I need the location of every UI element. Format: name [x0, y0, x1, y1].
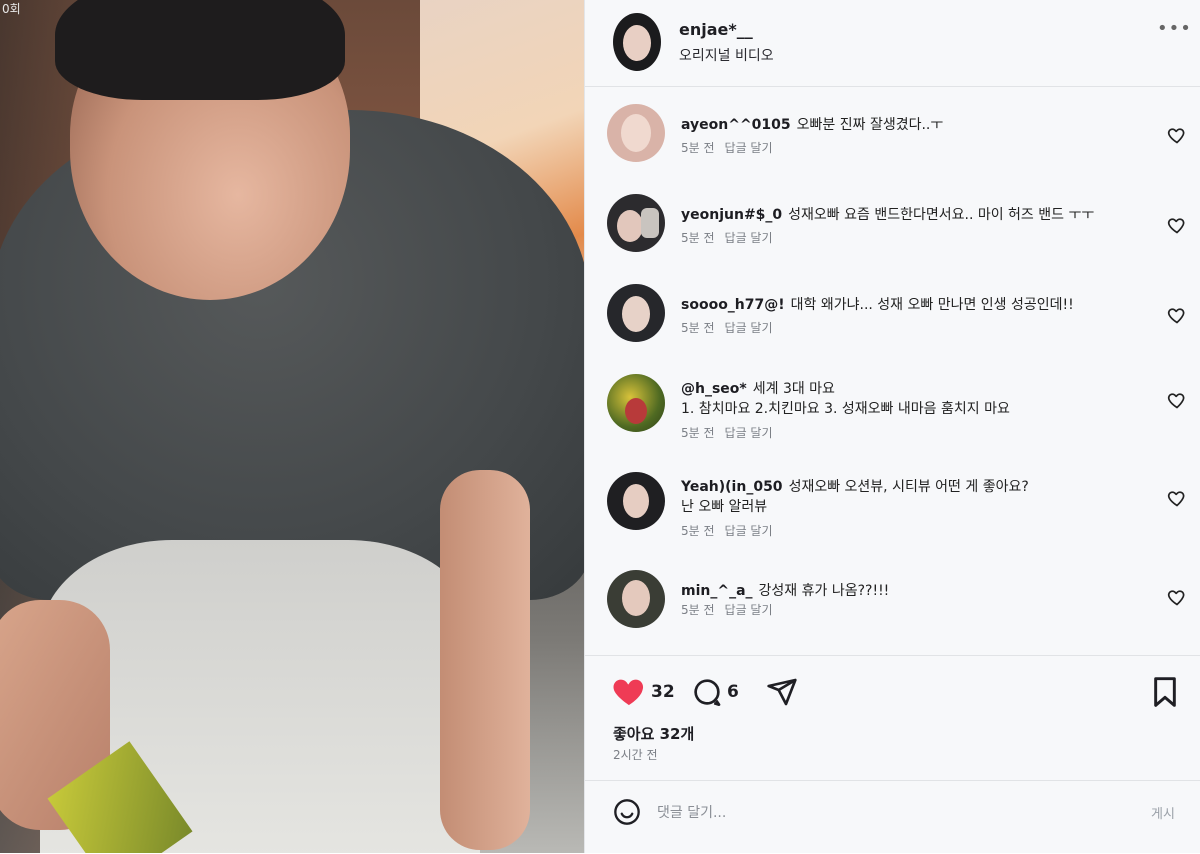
comment-body-line-2: 난 오빠 알러뷰 [681, 499, 768, 515]
comment-time: 5분 전 [681, 321, 715, 335]
comment-text: Yeah)(in_050 성재오빠 오션뷰, 시티뷰 어떤 게 좋아요? 난 오빠… [681, 477, 1151, 517]
reply-button[interactable]: 답글 달기 [725, 426, 773, 440]
comment-text: yeonjun#$_0 성재오빠 요즘 밴드한다면서요.. 마이 허즈 밴드 ㅜㅜ [681, 205, 1151, 225]
author-avatar[interactable] [613, 13, 661, 71]
emoji-icon[interactable] [613, 798, 641, 826]
reply-button[interactable]: 답글 달기 [725, 524, 773, 538]
like-button[interactable]: 32 [611, 676, 675, 708]
person-arm [440, 470, 530, 850]
comment-button[interactable]: 6 [691, 676, 739, 708]
heart-filled-icon [613, 679, 644, 706]
comment-meta: 5분 전 답글 달기 [681, 522, 773, 539]
comment-username[interactable]: ayeon^^0105 [681, 117, 791, 133]
comment-body: 대학 왜가냐... 성재 오빠 만나면 인생 성공인데!! [790, 297, 1074, 313]
save-button[interactable] [1151, 676, 1179, 708]
comment-meta: 5분 전 답글 달기 [681, 139, 773, 156]
heart-outline-icon[interactable] [1167, 215, 1187, 235]
comment-meta: 5분 전 답글 달기 [681, 601, 773, 618]
heart-outline-icon[interactable] [1167, 125, 1187, 145]
bookmark-icon [1154, 677, 1176, 707]
comment-meta: 5분 전 답글 달기 [681, 424, 773, 441]
comment-time: 5분 전 [681, 231, 715, 245]
comment-item: Yeah)(in_050 성재오빠 오션뷰, 시티뷰 어떤 게 좋아요? 난 오빠… [585, 456, 1200, 546]
heart-outline-icon[interactable] [1167, 390, 1187, 410]
likes-summary[interactable]: 좋아요 32개 [613, 723, 694, 744]
comment-time: 5분 전 [681, 426, 715, 440]
comment-time: 5분 전 [681, 141, 715, 155]
avatar-face [617, 210, 643, 242]
video-player[interactable]: 0회 [0, 0, 584, 853]
comment-meta: 5분 전 답글 달기 [681, 229, 773, 246]
reply-button[interactable]: 답글 달기 [725, 603, 773, 617]
comment-username[interactable]: soooo_h77@! [681, 297, 785, 313]
comment-avatar[interactable] [607, 104, 665, 162]
author-username[interactable]: enjae*__ [679, 20, 753, 39]
avatar-phone [641, 208, 659, 238]
avatar-face [625, 398, 647, 424]
comment-text: ayeon^^0105 오빠분 진짜 잘생겼다..ㅜ [681, 115, 1151, 135]
comment-username[interactable]: Yeah)(in_050 [681, 479, 783, 495]
avatar-face [622, 296, 650, 332]
comment-item: @h_seo* 세계 3대 마요 1. 참치마요 2.치킨마요 3. 성재오빠 내… [585, 358, 1200, 448]
comment-body: 성재오빠 요즘 밴드한다면서요.. 마이 허즈 밴드 ㅜㅜ [788, 207, 1095, 223]
comment-input[interactable] [655, 799, 1079, 827]
comment-body: 오빠분 진짜 잘생겼다..ㅜ [796, 117, 944, 133]
comment-username[interactable]: min_^_a_ [681, 583, 753, 599]
comment-item: min_^_a_ 강성재 휴가 나옴??!!! 5분 전 답글 달기 [585, 554, 1200, 644]
avatar-face [621, 114, 651, 152]
comment-avatar[interactable] [607, 194, 665, 252]
comment-body: 성재오빠 오션뷰, 시티뷰 어떤 게 좋아요? [788, 479, 1029, 495]
avatar-face [622, 580, 650, 616]
comment-meta: 5분 전 답글 달기 [681, 319, 773, 336]
comment-body: 세계 3대 마요 [752, 381, 835, 397]
post-timestamp: 2시간 전 [613, 748, 658, 762]
comment-time: 5분 전 [681, 524, 715, 538]
comment-text: @h_seo* 세계 3대 마요 1. 참치마요 2.치킨마요 3. 성재오빠 내… [681, 379, 1151, 419]
post-panel: enjae*__ 오리지널 비디오 ••• ayeon^^0105 오빠분 진짜 … [584, 0, 1200, 853]
comment-username[interactable]: @h_seo* [681, 381, 747, 397]
heart-outline-icon[interactable] [1167, 488, 1187, 508]
post-actions: 32 6 좋아요 32개 2시간 전 [585, 655, 1200, 786]
comment-item: ayeon^^0105 오빠분 진짜 잘생겼다..ㅜ 5분 전 답글 달기 [585, 88, 1200, 178]
comment-time: 5분 전 [681, 603, 715, 617]
post-comment-button[interactable]: 게시 [1151, 803, 1175, 822]
comment-body: 강성재 휴가 나옴??!!! [758, 583, 890, 599]
send-icon [767, 678, 797, 706]
comment-avatar[interactable] [607, 284, 665, 342]
comment-avatar[interactable] [607, 374, 665, 432]
video-corner-text: 0회 [2, 2, 21, 16]
comment-icon [694, 679, 721, 706]
comment-item: yeonjun#$_0 성재오빠 요즘 밴드한다면서요.. 마이 허즈 밴드 ㅜㅜ… [585, 178, 1200, 268]
avatar-face [623, 484, 649, 518]
person-hair [55, 0, 345, 100]
comment-text: min_^_a_ 강성재 휴가 나옴??!!! [681, 581, 1151, 601]
post-header: enjae*__ 오리지널 비디오 ••• [585, 0, 1200, 87]
comment-item: soooo_h77@! 대학 왜가냐... 성재 오빠 만나면 인생 성공인데!!… [585, 268, 1200, 358]
comment-avatar[interactable] [607, 472, 665, 530]
reply-button[interactable]: 답글 달기 [725, 231, 773, 245]
heart-outline-icon[interactable] [1167, 305, 1187, 325]
avatar-face [623, 25, 651, 61]
share-button[interactable] [765, 676, 799, 708]
like-count: 32 [651, 682, 675, 702]
comment-count: 6 [727, 682, 739, 702]
audio-label[interactable]: 오리지널 비디오 [679, 45, 774, 65]
comment-text: soooo_h77@! 대학 왜가냐... 성재 오빠 만나면 인생 성공인데!! [681, 295, 1151, 315]
comment-username[interactable]: yeonjun#$_0 [681, 207, 782, 223]
comment-body-line-2: 1. 참치마요 2.치킨마요 3. 성재오빠 내마음 훔치지 마요 [681, 401, 1010, 417]
comment-avatar[interactable] [607, 570, 665, 628]
more-horizontal-icon[interactable]: ••• [1157, 18, 1192, 39]
heart-outline-icon[interactable] [1167, 587, 1187, 607]
reply-button[interactable]: 답글 달기 [725, 141, 773, 155]
reply-button[interactable]: 답글 달기 [725, 321, 773, 335]
comment-composer: 게시 [585, 780, 1200, 854]
